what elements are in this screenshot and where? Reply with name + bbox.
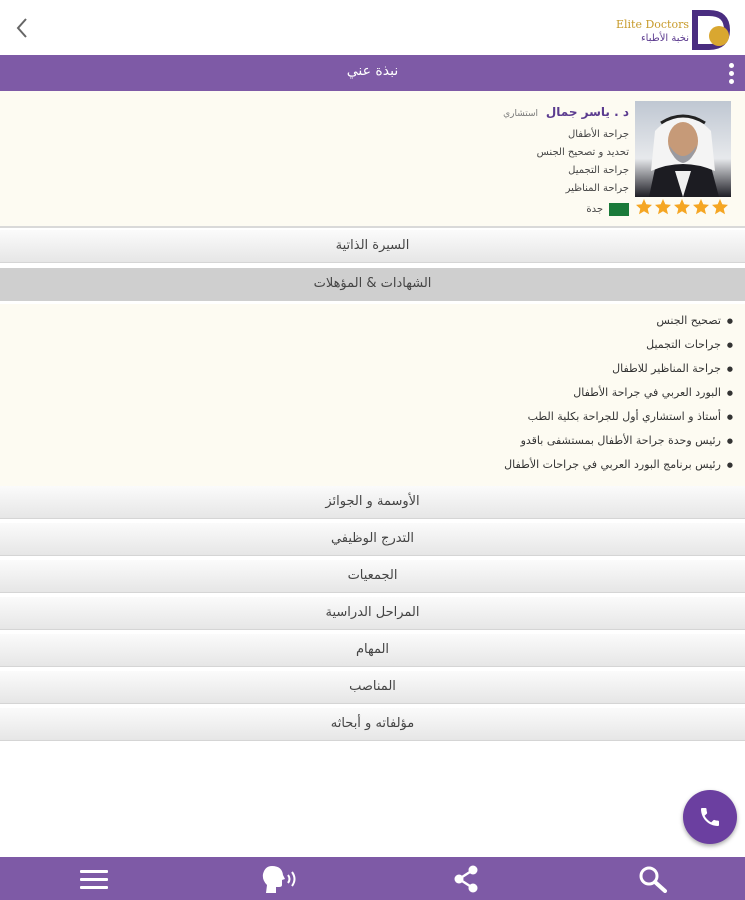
- doctor-name-line: د . ياسر جمال استشاري: [503, 105, 629, 119]
- section-positions[interactable]: المناصب: [0, 671, 745, 704]
- list-item: رئيس وحدة جراحة الأطفال بمستشفى باقدو: [0, 434, 733, 458]
- section-career[interactable]: التدرج الوظيفي: [0, 523, 745, 556]
- specialty-item: جراحة المناظير: [565, 183, 629, 194]
- section-cv[interactable]: السيرة الذاتية: [0, 230, 745, 263]
- doctor-role: استشاري: [503, 109, 539, 119]
- doctor-name: د . ياسر جمال: [545, 105, 629, 119]
- list-item: جراحة المناظير للاطفال: [0, 362, 733, 386]
- title-bar: نبذة عني: [0, 55, 745, 91]
- star-icon: [712, 199, 728, 215]
- section-publications[interactable]: مؤلفاته و أبحاثه: [0, 708, 745, 741]
- section-associations[interactable]: الجمعيات: [0, 560, 745, 593]
- doctor-photo: [635, 101, 731, 197]
- logo-arabic-text: نخبة الأطباء: [640, 33, 689, 44]
- bottom-nav: [0, 857, 745, 900]
- star-icon: [636, 199, 652, 215]
- hamburger-icon[interactable]: [79, 865, 109, 893]
- star-icon: [655, 199, 671, 215]
- top-bar: Elite Doctors نخبة الأطباء: [0, 0, 745, 55]
- call-button[interactable]: [683, 790, 737, 844]
- specialty-item: جراحة التجميل: [568, 165, 629, 176]
- star-icon: [674, 199, 690, 215]
- elite-doctors-logo: Elite Doctors نخبة الأطباء: [610, 8, 735, 50]
- specialty-item: جراحة الأطفال: [567, 129, 629, 140]
- section-education[interactable]: المراحل الدراسية: [0, 597, 745, 630]
- list-item: أستاذ و استشاري أول للجراحة بكلية الطب: [0, 410, 733, 434]
- logo-mark-icon: [692, 10, 731, 50]
- saudi-flag-icon: [609, 203, 629, 216]
- logo-english-text: Elite Doctors: [615, 18, 689, 31]
- certificates-panel: تصحيح الجنس جراحات التجميل جراحة المناظي…: [0, 304, 745, 487]
- phone-icon: [701, 808, 719, 826]
- section-certificates[interactable]: الشهادات & المؤهلات: [0, 268, 745, 301]
- chevron-left-icon[interactable]: [10, 14, 34, 42]
- list-item: جراحات التجميل: [0, 338, 733, 362]
- search-icon[interactable]: [638, 865, 668, 893]
- kebab-menu-icon[interactable]: [729, 63, 735, 85]
- section-awards[interactable]: الأوسمة و الجوائز: [0, 486, 745, 519]
- share-icon[interactable]: [451, 865, 481, 893]
- city-label: جدة: [586, 204, 603, 215]
- list-item: تصحيح الجنس: [0, 314, 733, 338]
- specialty-item: تحديد و تصحيح الجنس: [536, 147, 629, 158]
- section-tasks[interactable]: المهام: [0, 634, 745, 667]
- page-title: نبذة عني: [346, 63, 399, 79]
- doctor-profile-card: د . ياسر جمال استشاري جراحة الأطفال تحدي…: [0, 91, 745, 228]
- star-rating: [636, 199, 728, 215]
- list-item: البورد العربي في جراحة الأطفال: [0, 386, 733, 410]
- voice-icon[interactable]: [262, 865, 300, 893]
- list-item: رئيس برنامج البورد العربي في جراحات الأط…: [0, 458, 733, 482]
- star-icon: [693, 199, 709, 215]
